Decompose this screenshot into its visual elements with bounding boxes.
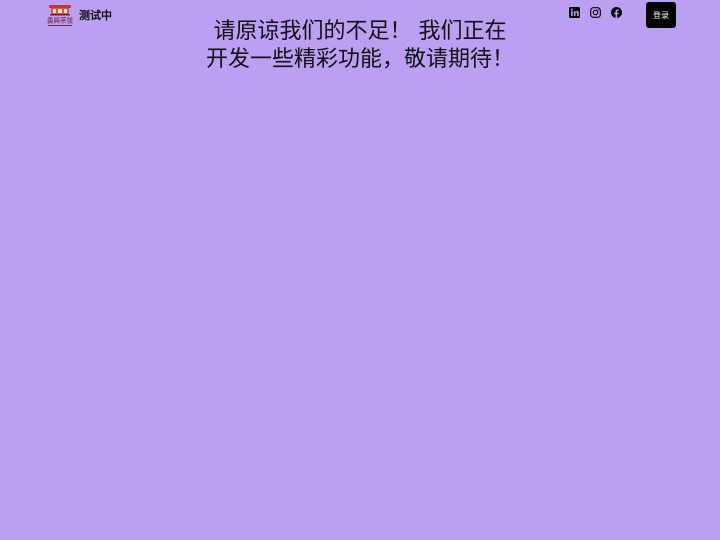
instagram-icon (590, 7, 601, 18)
facebook-link[interactable] (611, 7, 622, 18)
linkedin-icon (569, 7, 580, 18)
message-line-2: 开发一些精彩功能，敬请期待！ (205, 47, 514, 72)
login-button[interactable]: 登录 (646, 2, 676, 28)
message-line-1: 请原谅我们的不足！ 我们正在 (213, 19, 507, 44)
site-title[interactable]: 测试中 (79, 7, 112, 23)
linkedin-link[interactable] (569, 7, 580, 18)
apology-message: 请原谅我们的不足！ 我们正在 开发一些精彩功能，敬请期待！ (180, 18, 540, 74)
site-logo[interactable]: 義興茶號 (44, 4, 76, 28)
svg-text:義興茶號: 義興茶號 (47, 16, 74, 25)
facebook-icon (611, 7, 622, 18)
instagram-link[interactable] (590, 7, 601, 18)
